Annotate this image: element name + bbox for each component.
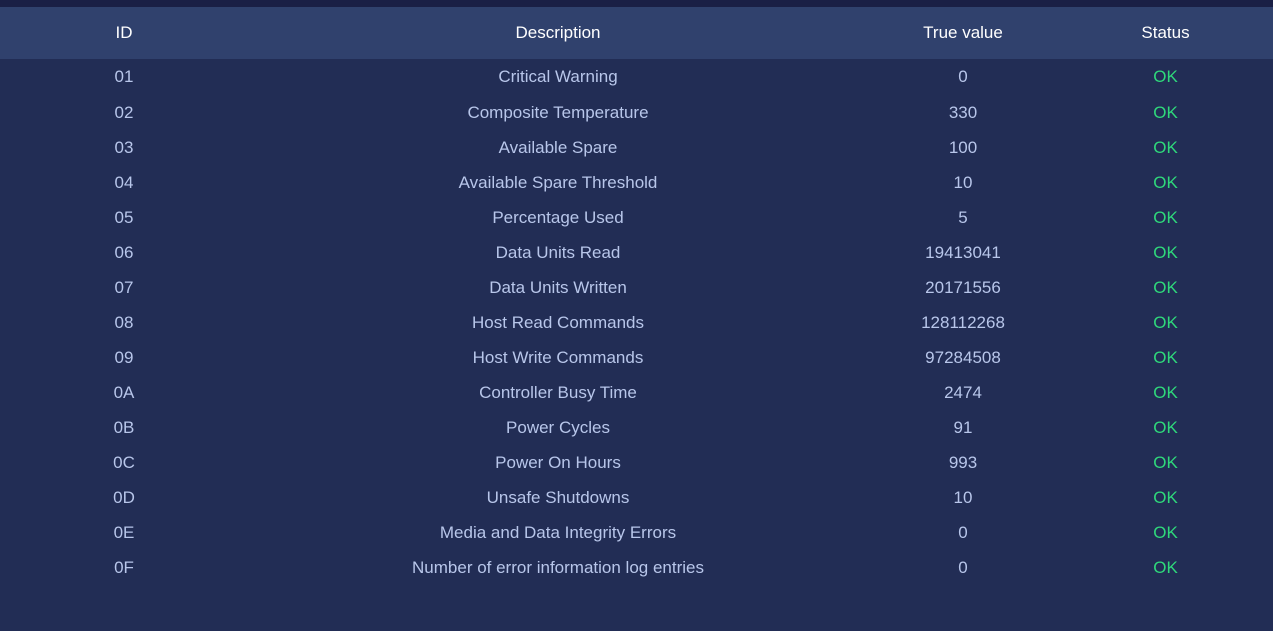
cell-id: 02 [114,102,134,122]
cell-true-value: 5 [958,207,968,227]
column-header-status: Status [1141,23,1190,42]
cell-id: 09 [114,347,134,367]
cell-id: 0E [113,522,135,542]
column-header-id: ID [115,23,133,42]
cell-id: 0C [113,452,135,472]
smart-attributes-table: ID Description True value Status 01 Crit… [0,7,1273,585]
cell-status: OK [1153,522,1178,542]
column-header-true-value: True value [923,23,1003,42]
cell-description: Critical Warning [498,67,618,86]
table-header-row: ID Description True value Status [0,7,1273,59]
cell-status: OK [1153,417,1178,437]
cell-description: Available Spare [498,137,618,157]
cell-true-value: 10 [953,172,973,192]
cell-description: Media and Data Integrity Errors [439,522,677,542]
cell-id: 01 [114,67,134,86]
cell-status: OK [1153,347,1178,367]
cell-description: Number of error information log entries [412,557,704,577]
cell-status: OK [1153,452,1178,472]
cell-id: 03 [114,137,134,157]
cell-status: OK [1153,382,1178,402]
cell-true-value: 128112268 [921,312,1005,332]
cell-status: OK [1153,312,1178,332]
cell-description: Host Write Commands [472,347,644,367]
table-header: ID Description True value Status [0,7,1273,59]
table-row: 0D Unsafe Shutdowns 10 OK [0,480,1273,515]
cell-description: Data Units Written [489,277,627,297]
cell-id: 05 [114,207,134,227]
cell-description: Composite Temperature [467,102,649,122]
table-row: 06 Data Units Read 19413041 OK [0,235,1273,270]
cell-description: Data Units Read [495,242,621,262]
cell-true-value: 2474 [944,382,982,402]
cell-id: 07 [114,277,134,297]
cell-id: 0B [113,417,135,437]
cell-description: Host Read Commands [472,312,644,332]
cell-true-value: 0 [958,522,968,542]
cell-status: OK [1153,102,1178,122]
table-row: 0E Media and Data Integrity Errors 0 OK [0,515,1273,550]
cell-description: Percentage Used [492,207,624,227]
column-header-description: Description [515,23,601,42]
cell-description: Available Spare Threshold [458,172,658,192]
cell-true-value: 20171556 [925,277,1001,297]
cell-description: Unsafe Shutdowns [486,487,630,507]
table-row: 0F Number of error information log entri… [0,550,1273,585]
table-row: 07 Data Units Written 20171556 OK [0,270,1273,305]
cell-id: 04 [114,172,134,192]
table-row: 08 Host Read Commands 128112268 OK [0,305,1273,340]
cell-id: 0F [114,557,134,577]
cell-true-value: 0 [958,67,968,86]
cell-status: OK [1153,137,1178,157]
cell-status: OK [1153,487,1178,507]
cell-id: 0D [113,487,135,507]
cell-status: OK [1153,67,1178,86]
cell-status: OK [1153,207,1178,227]
cell-status: OK [1153,557,1178,577]
table-row: 05 Percentage Used 5 OK [0,200,1273,235]
cell-true-value: 91 [953,417,973,437]
cell-description: Power Cycles [506,417,610,437]
table-row: 0A Controller Busy Time 2474 OK [0,375,1273,410]
cell-true-value: 19413041 [925,242,1001,262]
cell-description: Controller Busy Time [479,382,637,402]
table-row: 03 Available Spare 100 OK [0,130,1273,165]
table-row: 04 Available Spare Threshold 10 OK [0,165,1273,200]
cell-true-value: 100 [948,137,978,157]
cell-id: 08 [114,312,134,332]
cell-true-value: 330 [948,102,978,122]
cell-description: Power On Hours [495,452,621,472]
cell-id: 06 [114,242,134,262]
cell-true-value: 0 [958,557,968,577]
cell-id: 0A [113,382,135,402]
cell-status: OK [1153,172,1178,192]
cell-true-value: 993 [948,452,978,472]
table-row: 02 Composite Temperature 330 OK [0,95,1273,130]
table-body: 01 Critical Warning 0 OK 02 Composite Te… [0,59,1273,585]
cell-true-value: 10 [953,487,973,507]
table-row: 0C Power On Hours 993 OK [0,445,1273,480]
table-row: 09 Host Write Commands 97284508 OK [0,340,1273,375]
table-row: 0B Power Cycles 91 OK [0,410,1273,445]
top-strip [0,0,1273,7]
cell-status: OK [1153,242,1178,262]
table-row: 01 Critical Warning 0 OK [0,59,1273,95]
cell-status: OK [1153,277,1178,297]
cell-true-value: 97284508 [925,347,1001,367]
